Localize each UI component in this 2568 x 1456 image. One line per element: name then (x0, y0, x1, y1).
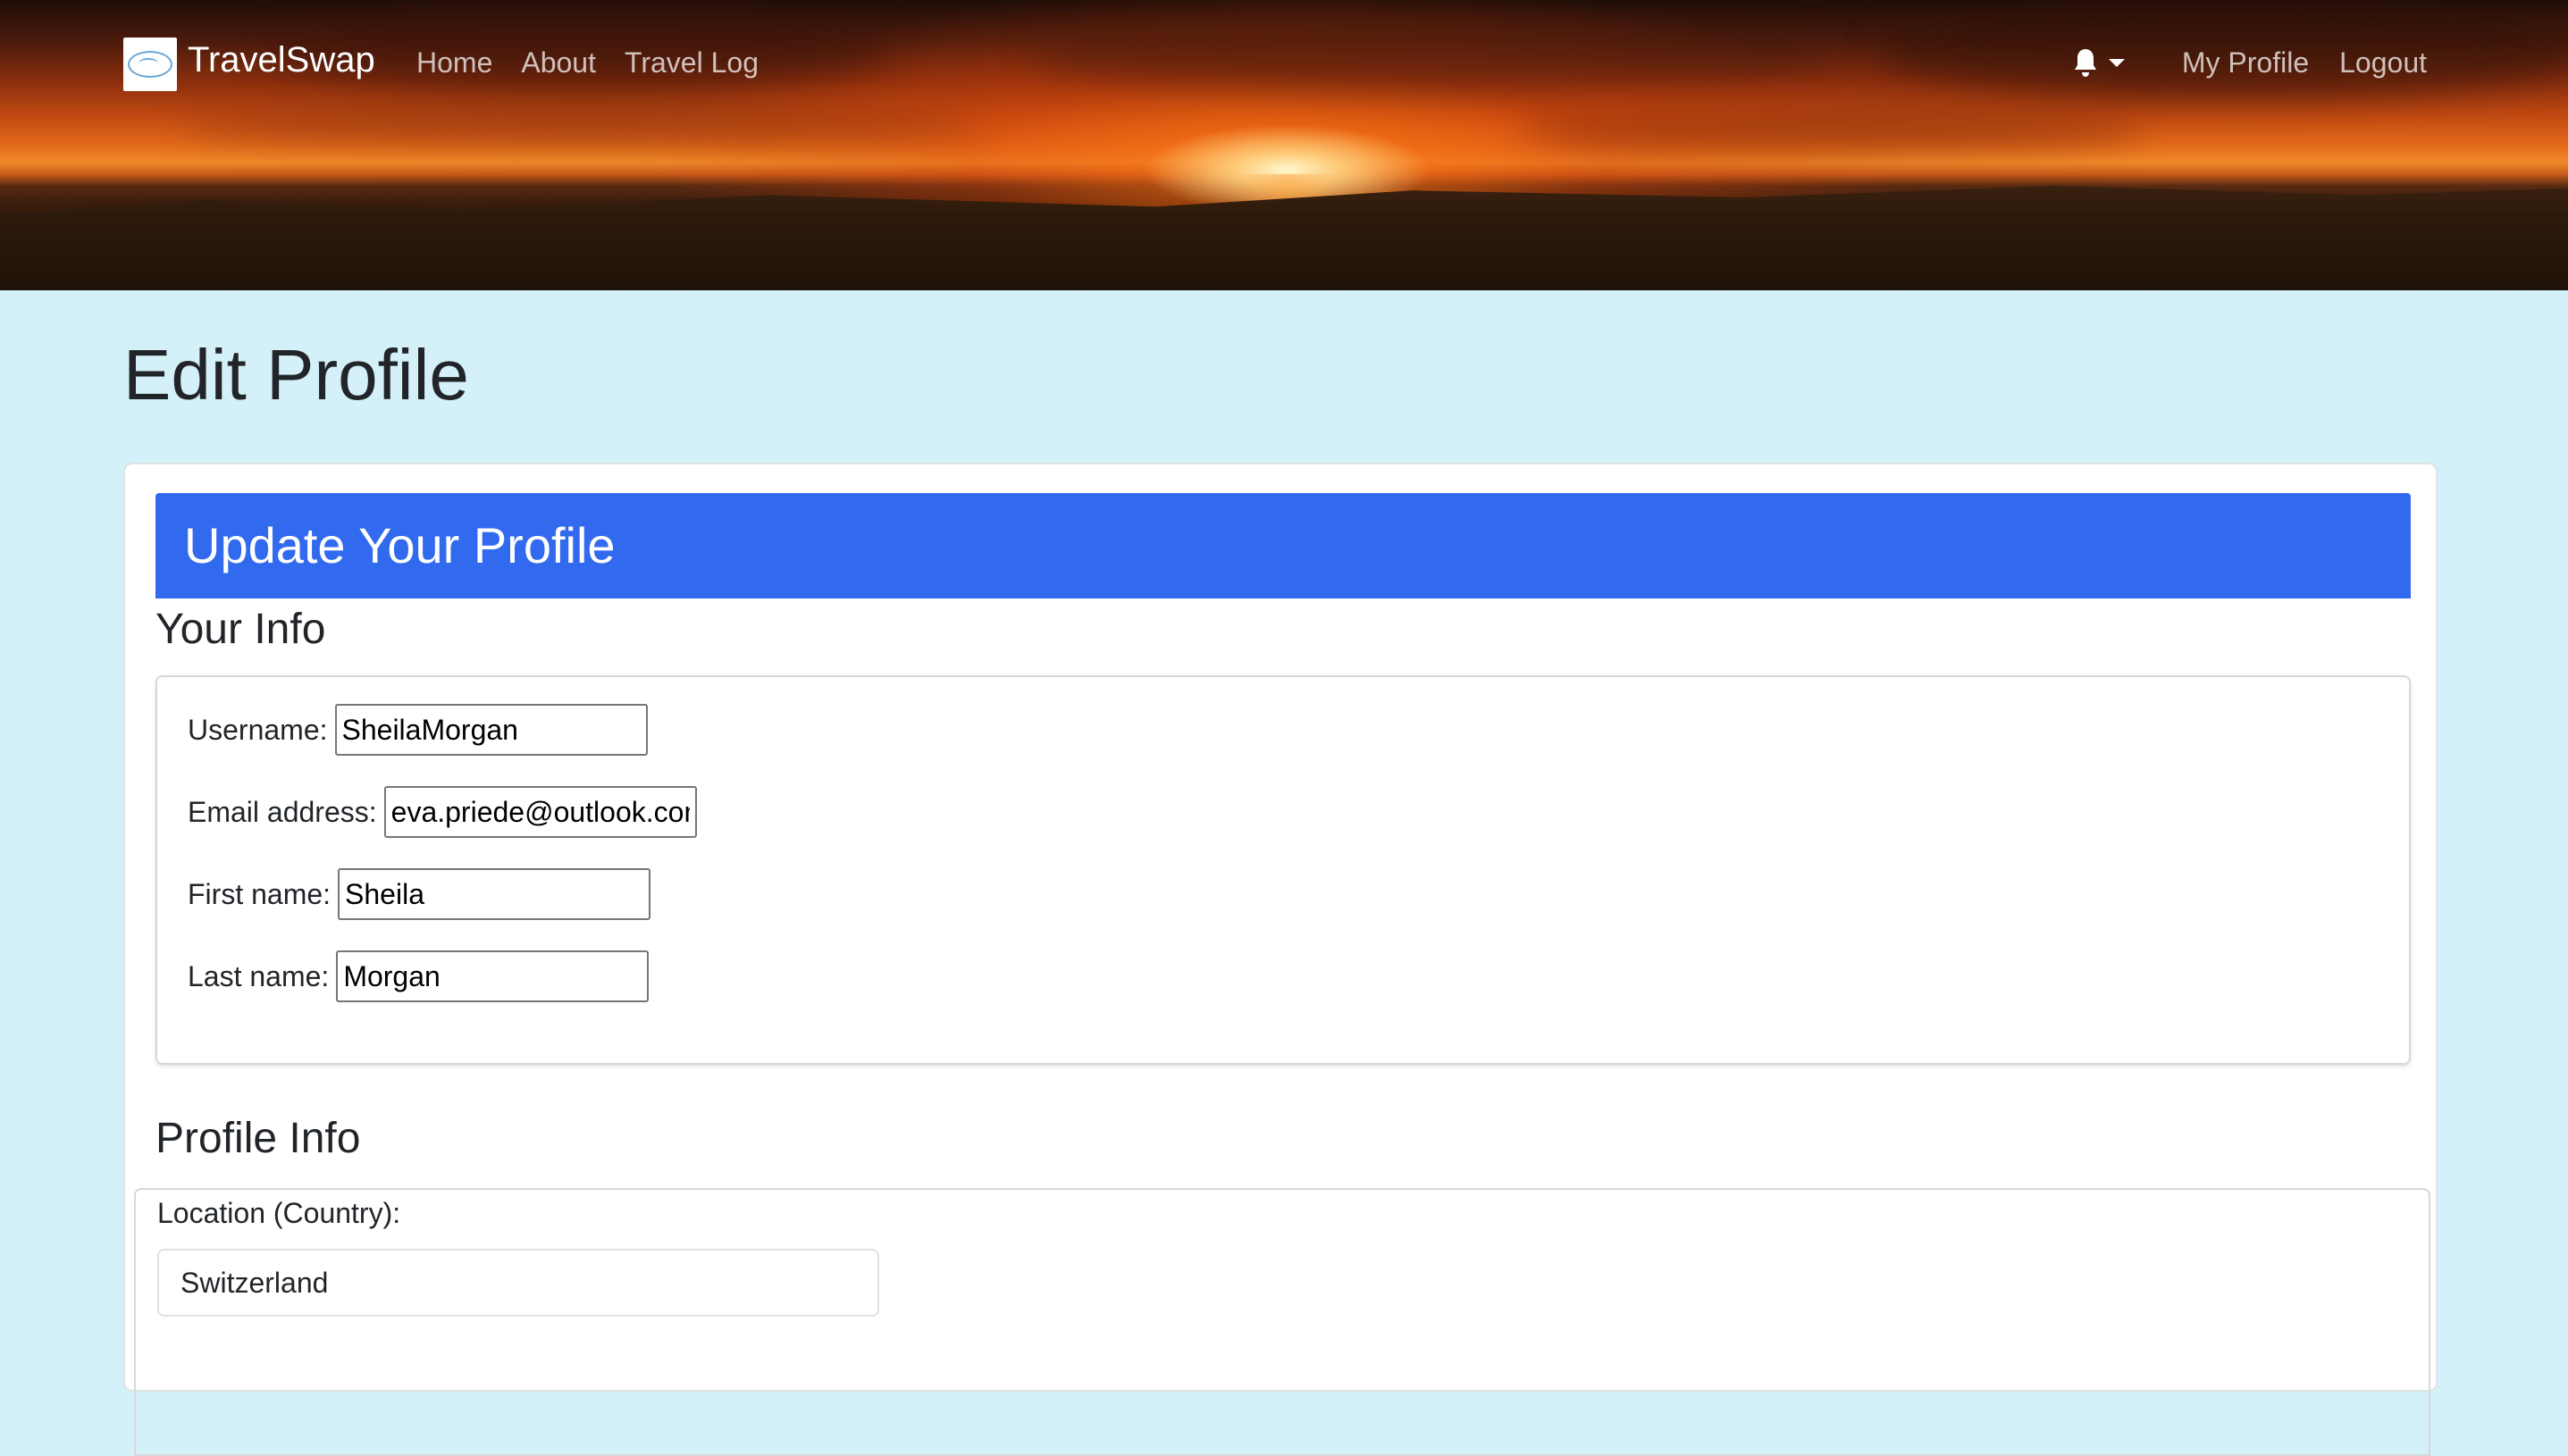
nav-travel-log-link[interactable]: Travel Log (625, 41, 759, 84)
secondary-nav: My Profile Logout (2073, 41, 2427, 84)
card-header-title: Update Your Profile (184, 517, 616, 573)
notifications-dropdown[interactable] (2073, 47, 2125, 78)
primary-nav: Home About Travel Log (416, 41, 759, 84)
email-input[interactable] (383, 786, 697, 838)
nav-logout-link[interactable]: Logout (2339, 41, 2427, 84)
last-name-label: Last name: (188, 959, 330, 992)
first-name-label: First name: (188, 877, 331, 910)
globe-logo-icon (128, 51, 172, 78)
username-input[interactable] (334, 704, 648, 756)
card-header: Update Your Profile (155, 493, 2411, 598)
brand-logo (123, 38, 177, 91)
last-name-input[interactable] (336, 950, 650, 1002)
username-label: Username: (188, 713, 328, 746)
nav-about-link[interactable]: About (521, 41, 596, 84)
email-row: Email address: (188, 786, 697, 838)
page-title: Edit Profile (123, 335, 469, 414)
first-name-row: First name: (188, 868, 651, 920)
username-row: Username: (188, 704, 648, 756)
caret-down-icon (2108, 58, 2125, 67)
profile-info-box: Location (Country): (134, 1188, 2430, 1456)
location-input[interactable] (157, 1249, 879, 1317)
your-info-box: Username: Email address: First name: Las… (155, 675, 2411, 1065)
last-name-row: Last name: (188, 950, 650, 1002)
location-label: Location (Country): (157, 1197, 401, 1229)
brand-name: TravelSwap (188, 40, 375, 79)
brand-link[interactable]: TravelSwap (123, 38, 375, 91)
top-navbar: TravelSwap Home About Travel Log My Prof… (0, 0, 2568, 125)
nav-home-link[interactable]: Home (416, 41, 492, 84)
email-label: Email address: (188, 795, 377, 828)
first-name-input[interactable] (338, 868, 651, 920)
profile-card: Update Your Profile Your Info Username: … (123, 463, 2438, 1456)
your-info-title: Your Info (155, 606, 326, 653)
profile-info-title: Profile Info (155, 1115, 361, 1162)
nav-my-profile-link[interactable]: My Profile (2182, 41, 2309, 84)
bell-icon (2074, 49, 2096, 77)
